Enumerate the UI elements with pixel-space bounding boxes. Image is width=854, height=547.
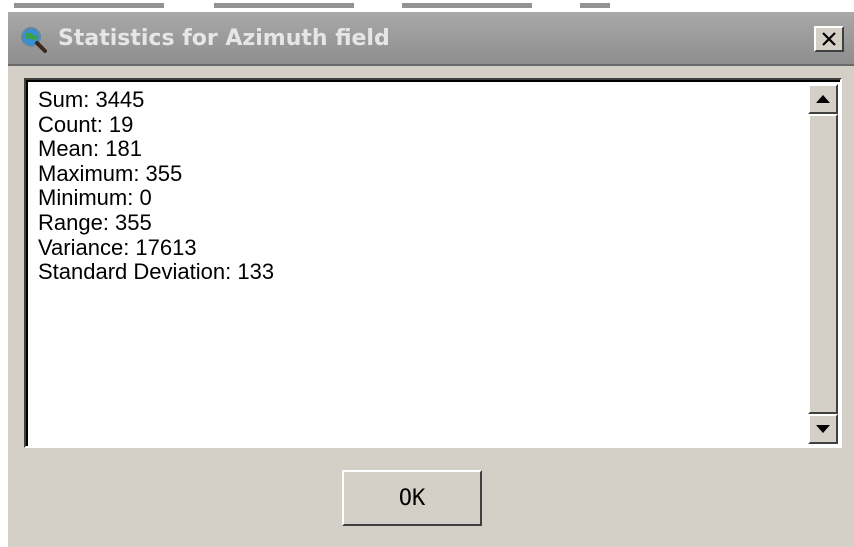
arrow-up-icon (816, 95, 830, 103)
stat-line-count: Count: 19 (38, 111, 134, 137)
stat-line-variance: Variance: 17613 (38, 234, 197, 260)
close-icon (822, 32, 836, 46)
globe-magnifier-icon (21, 27, 47, 53)
scroll-down-button[interactable] (808, 414, 838, 444)
stat-line-sum: Sum: 3445 (38, 87, 145, 112)
statistics-text-area[interactable]: Sum: 3445 Count: 19 Mean: 181 Maximum: 3… (24, 78, 842, 448)
title-bar[interactable]: Statistics for Azimuth field (8, 12, 854, 66)
dialog-title: Statistics for Azimuth field (58, 26, 390, 51)
statistics-dialog: Statistics for Azimuth field Sum: 3445 C… (8, 12, 854, 547)
stat-line-mean: Mean: 181 (38, 136, 142, 162)
arrow-down-icon (816, 425, 830, 433)
stat-line-minimum: Minimum: 0 (38, 185, 152, 211)
close-button[interactable] (814, 26, 844, 52)
scroll-up-button[interactable] (808, 84, 838, 114)
vertical-scrollbar[interactable] (808, 84, 838, 444)
scroll-thumb[interactable] (808, 114, 838, 414)
statistics-list: Sum: 3445 Count: 19 Mean: 181 Maximum: 3… (38, 87, 796, 285)
background-window-strip (0, 0, 854, 12)
stat-line-standard-deviation: Standard Deviation: 133 (38, 259, 275, 285)
ok-button[interactable]: OK (342, 470, 482, 526)
stat-line-maximum: Maximum: 355 (38, 160, 183, 186)
stat-line-range: Range: 355 (38, 209, 152, 235)
